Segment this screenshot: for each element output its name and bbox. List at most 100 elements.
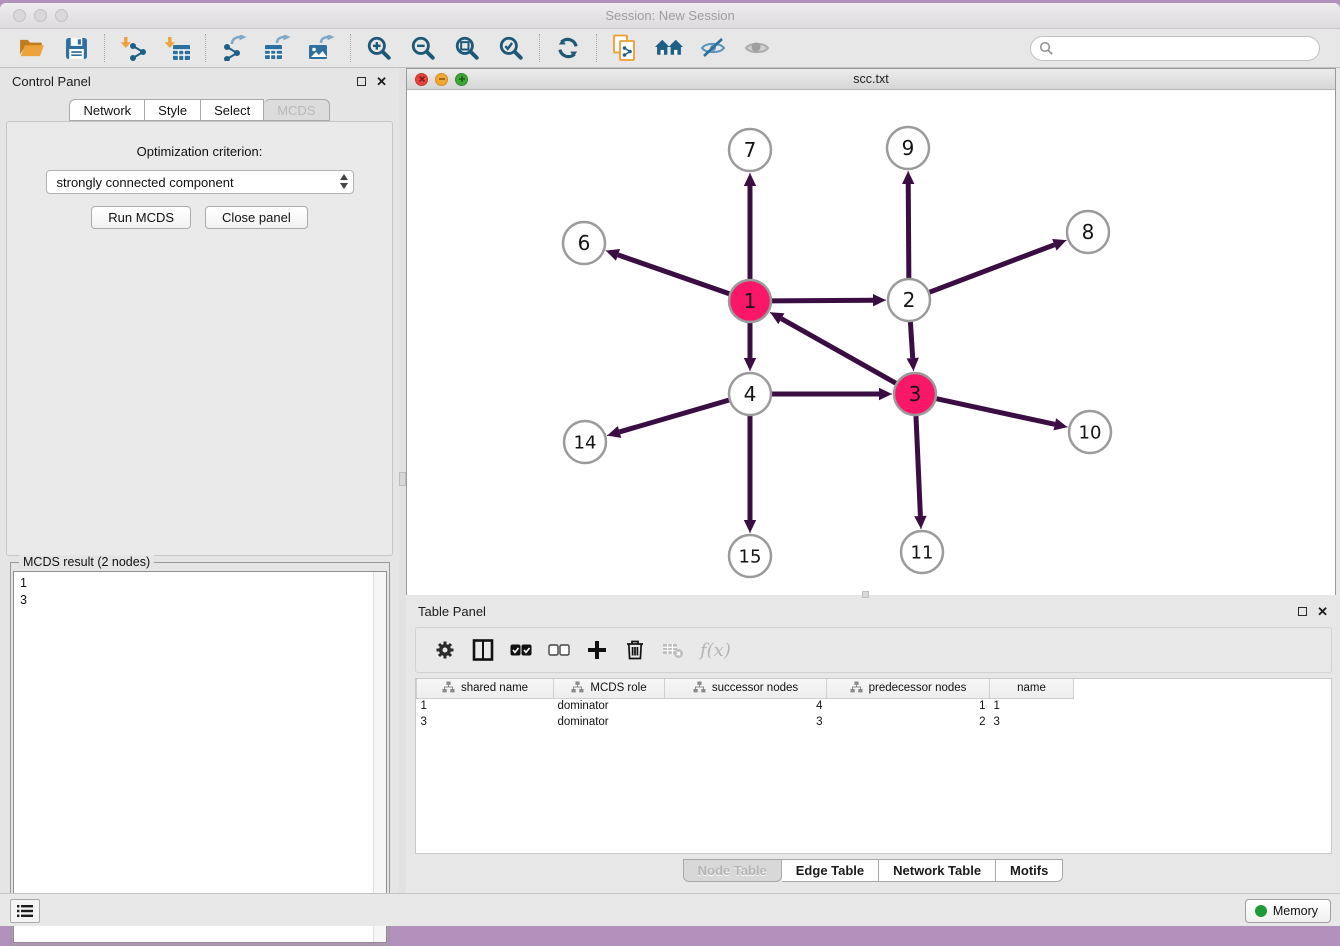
svg-text:3: 3 [909,382,922,406]
delete-table-icon [660,637,686,663]
network-window: scc.txt 7968124314101511 [406,68,1336,595]
float-panel-icon[interactable] [357,77,366,86]
network-canvas[interactable]: 7968124314101511 [407,90,1335,595]
task-list-button[interactable] [10,899,40,923]
edge-4-14[interactable] [620,400,729,432]
zoom-in-icon[interactable] [364,33,394,63]
edge-1-2[interactable] [772,300,873,301]
hide-graphics-details-icon[interactable] [698,33,728,63]
column-header-shared-name[interactable]: shared name [417,679,554,698]
tab-mcds[interactable]: MCDS [264,99,329,121]
titlebar: Session: New Session [0,3,1340,29]
edge-3-11[interactable] [916,416,920,516]
tab-edge-table[interactable]: Edge Table [782,859,879,882]
search-container [1030,36,1320,61]
run-mcds-button[interactable]: Run MCDS [91,206,191,229]
column-header-MCDS-role[interactable]: MCDS role [554,679,665,698]
edge-3-10[interactable] [936,399,1054,425]
column-header-successor-nodes[interactable]: successor nodes [665,679,827,698]
refresh-icon[interactable] [553,33,583,63]
zoom-out-icon[interactable] [408,33,438,63]
show-graphics-details-icon [742,33,772,63]
tab-motifs[interactable]: Motifs [996,859,1063,882]
canvas-resize-grip[interactable] [862,591,869,598]
import-network-icon[interactable] [118,33,148,63]
control-panel-title: Control Panel [12,74,91,89]
criterion-select[interactable]: strongly connected component [46,170,354,194]
splitter-grip[interactable] [399,472,406,486]
hierarchy-icon [693,681,706,696]
export-network-icon[interactable] [219,33,249,63]
network-graph[interactable]: 7968124314101511 [407,90,1335,595]
export-table-icon[interactable] [263,33,293,63]
tab-network-table[interactable]: Network Table [879,859,996,882]
edge-3-1[interactable] [781,319,895,384]
edge-2-9[interactable] [908,184,909,278]
svg-text:10: 10 [1079,422,1102,443]
import-table-icon[interactable] [162,33,192,63]
svg-text:14: 14 [574,432,597,453]
close-table-panel-icon[interactable]: ✕ [1317,605,1328,618]
tab-select[interactable]: Select [201,99,264,121]
home-icon[interactable] [654,33,684,63]
node-table-area: shared nameMCDS rolesuccessor nodesprede… [415,678,1332,854]
table-row[interactable]: 1dominator411 [417,698,1074,714]
float-table-panel-icon[interactable] [1298,607,1307,616]
node-table[interactable]: shared nameMCDS rolesuccessor nodesprede… [416,679,1074,730]
network-window-title: scc.txt [407,72,1335,86]
deselect-all-icon[interactable] [546,637,572,663]
toolbar-separator [539,34,540,62]
memory-button[interactable]: Memory [1245,899,1331,923]
edge-1-6[interactable] [618,255,729,294]
select-stepper-icon [340,174,348,189]
hierarchy-icon [571,681,584,696]
table-panel-title: Table Panel [418,604,486,619]
svg-text:15: 15 [739,546,762,567]
optimization-criterion-label: Optimization criterion: [7,144,392,159]
svg-text:11: 11 [911,542,934,563]
main-toolbar [0,29,1340,68]
tab-node-table[interactable]: Node Table [683,859,782,882]
toolbar-separator [350,34,351,62]
hierarchy-icon [442,681,455,696]
export-image-icon[interactable] [307,33,337,63]
add-row-icon[interactable] [584,637,610,663]
tab-style[interactable]: Style [145,99,201,121]
close-panel-button[interactable]: Close panel [205,206,308,229]
open-folder-icon[interactable] [17,33,47,63]
result-scrollbar[interactable] [373,572,386,942]
criterion-selected-value: strongly connected component [57,175,234,190]
edge-2-8[interactable] [930,245,1055,292]
svg-text:9: 9 [902,136,915,160]
mcds-panel: Optimization criterion: strongly connect… [6,121,393,556]
columns-icon[interactable] [470,637,496,663]
zoom-fit-icon[interactable] [452,33,482,63]
panel-splitter[interactable] [399,68,406,893]
network-window-titlebar: scc.txt [407,69,1335,90]
toolbar-separator [596,34,597,62]
search-input[interactable] [1030,36,1320,61]
table-tabs: Node TableEdge TableNetwork TableMotifs [406,859,1340,882]
table-toolbar: f(x) [415,627,1332,673]
column-header-name[interactable]: name [990,679,1074,698]
zoom-selected-icon[interactable] [496,33,526,63]
delete-row-icon[interactable] [622,637,648,663]
memory-label: Memory [1273,904,1318,918]
copy-network-icon[interactable] [610,33,640,63]
status-bar: Memory [0,893,1340,926]
mcds-result-text[interactable]: 1 3 [13,571,387,943]
save-icon[interactable] [61,33,91,63]
control-panel-tabs: NetworkStyleSelectMCDS [0,99,399,121]
tab-network[interactable]: Network [69,99,145,121]
mcds-result-title: MCDS result (2 nodes) [19,555,154,569]
window-title: Session: New Session [0,8,1340,23]
function-builder-icon: f(x) [700,640,731,661]
edge-2-3[interactable] [910,322,912,358]
close-panel-icon[interactable]: ✕ [376,75,387,88]
gear-icon[interactable] [432,637,458,663]
column-header-predecessor-nodes[interactable]: predecessor nodes [827,679,990,698]
svg-text:4: 4 [744,382,757,406]
mcds-result-group: MCDS result (2 nodes) 1 3 [10,562,390,946]
select-all-icon[interactable] [508,637,534,663]
table-row[interactable]: 3dominator323 [417,714,1074,730]
